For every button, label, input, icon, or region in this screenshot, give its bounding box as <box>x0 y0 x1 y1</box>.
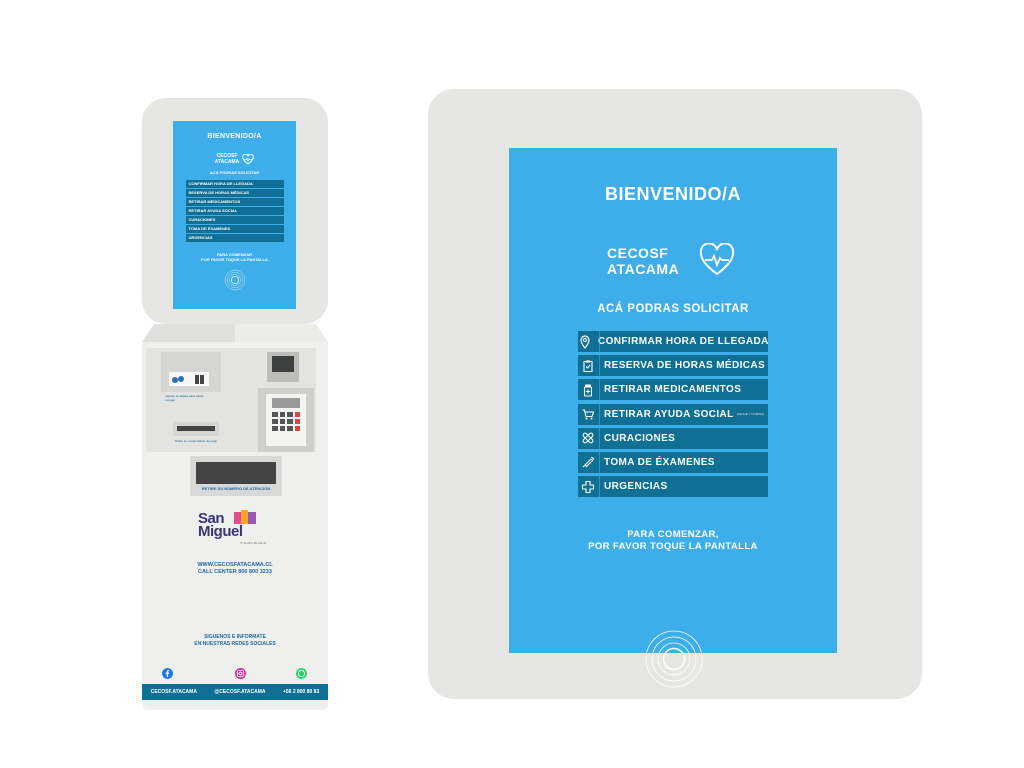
card-insert-icon <box>172 375 204 384</box>
card-reader-slot <box>169 372 209 386</box>
menu-confirm-arrival[interactable]: CONFIRMAR HORA DE LLEGADA <box>578 331 768 352</box>
logo-line2: Miguel <box>198 523 243 540</box>
mini-menu-item[interactable]: RETIRAR MEDICAMENTOS <box>185 198 284 206</box>
kiosk-mini-screen[interactable]: BIENVENIDO/A CECOSF ATACAMA ACÁ PODRAS S… <box>173 121 296 309</box>
clipboard-icon <box>583 360 593 372</box>
menu-pickup-medicine[interactable]: RETIRAR MEDICAMENTOS <box>578 379 768 401</box>
kiosk-neck <box>142 324 328 342</box>
receipt-slot <box>173 422 219 436</box>
social-whatsapp-number[interactable]: +56 2 800 80 83 <box>283 689 319 695</box>
subtitle: ACÁ PODRAS SOLICITAR <box>597 303 749 315</box>
facebook-icon[interactable] <box>162 668 173 679</box>
begin-line2: POR FAVOR TOQUE LA PANTALLA <box>588 541 758 552</box>
begin-instructions: PARA COMENZAR, POR FAVOR TOQUE LA PANTAL… <box>509 529 837 553</box>
service-menu: CONFIRMAR HORA DE LLEGADA RESERVA DE HOR… <box>578 331 768 500</box>
menu-lab-tests[interactable]: TOMA DE ÉXAMENES <box>578 451 768 473</box>
pinpad <box>266 394 306 446</box>
mini-brand: CECOSF ATACAMA <box>173 153 296 165</box>
pinpad-keys <box>272 412 300 431</box>
medical-cross-icon <box>581 480 595 493</box>
social-facebook-handle[interactable]: CECOSF.ATACAMA <box>151 689 197 695</box>
scanner-window <box>272 356 294 372</box>
mini-subtitle: ACÁ PODRAS SOLICITAR <box>209 170 260 175</box>
menu-label: CONFIRMAR HORA DE LLEGADA <box>598 336 769 347</box>
hardware-panel: Ingrese su tarjeta para retirar o pagar … <box>146 348 316 452</box>
touch-target-icon[interactable] <box>644 629 704 689</box>
menu-label: URGENCIAS <box>604 481 668 493</box>
menu-label: RESERVA DE HORAS MÉDICAS <box>604 360 766 372</box>
brand-line1: CECOSF <box>607 245 669 261</box>
kiosk-body: Ingrese su tarjeta para retirar o pagar … <box>142 342 328 710</box>
social-instagram-handle[interactable]: @CECOSF.ATACAMA <box>214 689 265 695</box>
mini-menu-item[interactable]: CONFIRMAR HORA DE LLEGADA <box>185 180 284 188</box>
website-link[interactable]: WWW.CECOSFATACAMA.CL <box>142 562 328 569</box>
kiosk-touchscreen[interactable]: BIENVENIDO/A CECOSF ATACAMA ACÁ PODRAS S… <box>509 148 837 688</box>
screen-bezel: BIENVENIDO/A CECOSF ATACAMA ACÁ PODRAS S… <box>428 89 922 699</box>
follow-line2: EN NUESTRAS REDES SOCIALES <box>194 641 276 647</box>
san-miguel-logo: San Miguel TU ALIADO EN SALUD <box>192 510 282 548</box>
social-bar: CECOSF.ATACAMA @CECOSF.ATACAMA +56 2 800… <box>142 684 328 700</box>
cart-icon <box>582 409 595 420</box>
menu-label: RETIRAR MEDICAMENTOS <box>604 384 742 396</box>
kiosk-head: BIENVENIDO/A CECOSF ATACAMA ACÁ PODRAS S… <box>142 98 328 324</box>
payment-terminal[interactable] <box>258 388 314 452</box>
card-reader[interactable] <box>161 352 221 392</box>
instagram-icon[interactable] <box>235 668 246 679</box>
mini-menu-item[interactable]: URGENCIAS <box>185 234 284 242</box>
mini-menu-item[interactable]: CURACIONES <box>185 216 284 224</box>
mini-brand-line2: ATACAMA <box>214 159 240 165</box>
menu-note: (LECHE Y COMIDA) <box>736 412 765 417</box>
mini-menu-item[interactable]: RETIRAR AYUDA SOCIAL <box>185 207 284 215</box>
menu-label: RETIRAR AYUDA SOCIAL <box>604 408 734 420</box>
document-scanner[interactable] <box>267 352 299 382</box>
brand-name: CECOSF ATACAMA <box>607 245 679 277</box>
receipt-opening <box>177 426 215 431</box>
receipt-note: Retire su comprobante de pago. <box>175 439 218 443</box>
ticket-opening <box>196 462 276 484</box>
touch-target-icon[interactable] <box>224 269 246 291</box>
ticket-label: RETIRE SU NÚMERO DE ATENCIÓN <box>201 486 271 491</box>
mini-welcome-title: BIENVENIDO/A <box>207 133 262 140</box>
syringe-icon <box>582 457 595 468</box>
whatsapp-icon[interactable] <box>296 668 307 679</box>
menu-book-appointment[interactable]: RESERVA DE HORAS MÉDICAS <box>578 355 768 377</box>
heart-pulse-icon <box>242 153 254 165</box>
menu-label: TOMA DE ÉXAMENES <box>604 456 715 468</box>
brand-line2: ATACAMA <box>607 261 680 277</box>
menu-label: CURACIONES <box>604 432 676 444</box>
call-center: CALL CENTER 800 800 3233 <box>198 569 272 575</box>
menu-social-aid[interactable]: RETIRAR AYUDA SOCIAL (LECHE Y COMIDA) <box>578 403 768 425</box>
mini-begin-line2: POR FAVOR TOQUE LA PANTALLA <box>201 256 268 262</box>
pill-bottle-icon <box>583 384 593 397</box>
logo-tagline: TU ALIADO EN SALUD <box>240 542 267 545</box>
follow-line1: SIGUENOS E INFORMATE <box>204 634 266 640</box>
menu-wound-care[interactable]: CURACIONES <box>578 427 768 449</box>
logo-mark-icon <box>234 510 256 524</box>
mini-menu-item[interactable]: TOMA DE ÉXAMENES <box>185 225 284 233</box>
welcome-title: BIENVENIDO/A <box>604 184 742 204</box>
mini-menu: CONFIRMAR HORA DE LLEGADA RESERVA DE HOR… <box>185 180 284 242</box>
location-pin-icon <box>580 334 590 349</box>
ticket-printer[interactable]: RETIRE SU NÚMERO DE ATENCIÓN <box>190 456 282 496</box>
mini-menu-item[interactable]: RESERVA DE HORAS MÉDICAS <box>185 189 284 197</box>
heart-pulse-icon <box>699 243 735 276</box>
pinpad-screen <box>272 398 300 408</box>
follow-text: SIGUENOS E INFORMATE EN NUESTRAS REDES S… <box>142 634 328 648</box>
bandage-icon <box>582 432 594 444</box>
menu-emergency[interactable]: URGENCIAS <box>578 476 768 498</box>
card-note: Ingrese su tarjeta para retirar o pagar <box>165 394 204 402</box>
mini-begin-text: PARA COMENZAR POR FAVOR TOQUE LA PANTALL… <box>173 252 296 262</box>
begin-line1: PARA COMENZAR, <box>627 529 719 540</box>
